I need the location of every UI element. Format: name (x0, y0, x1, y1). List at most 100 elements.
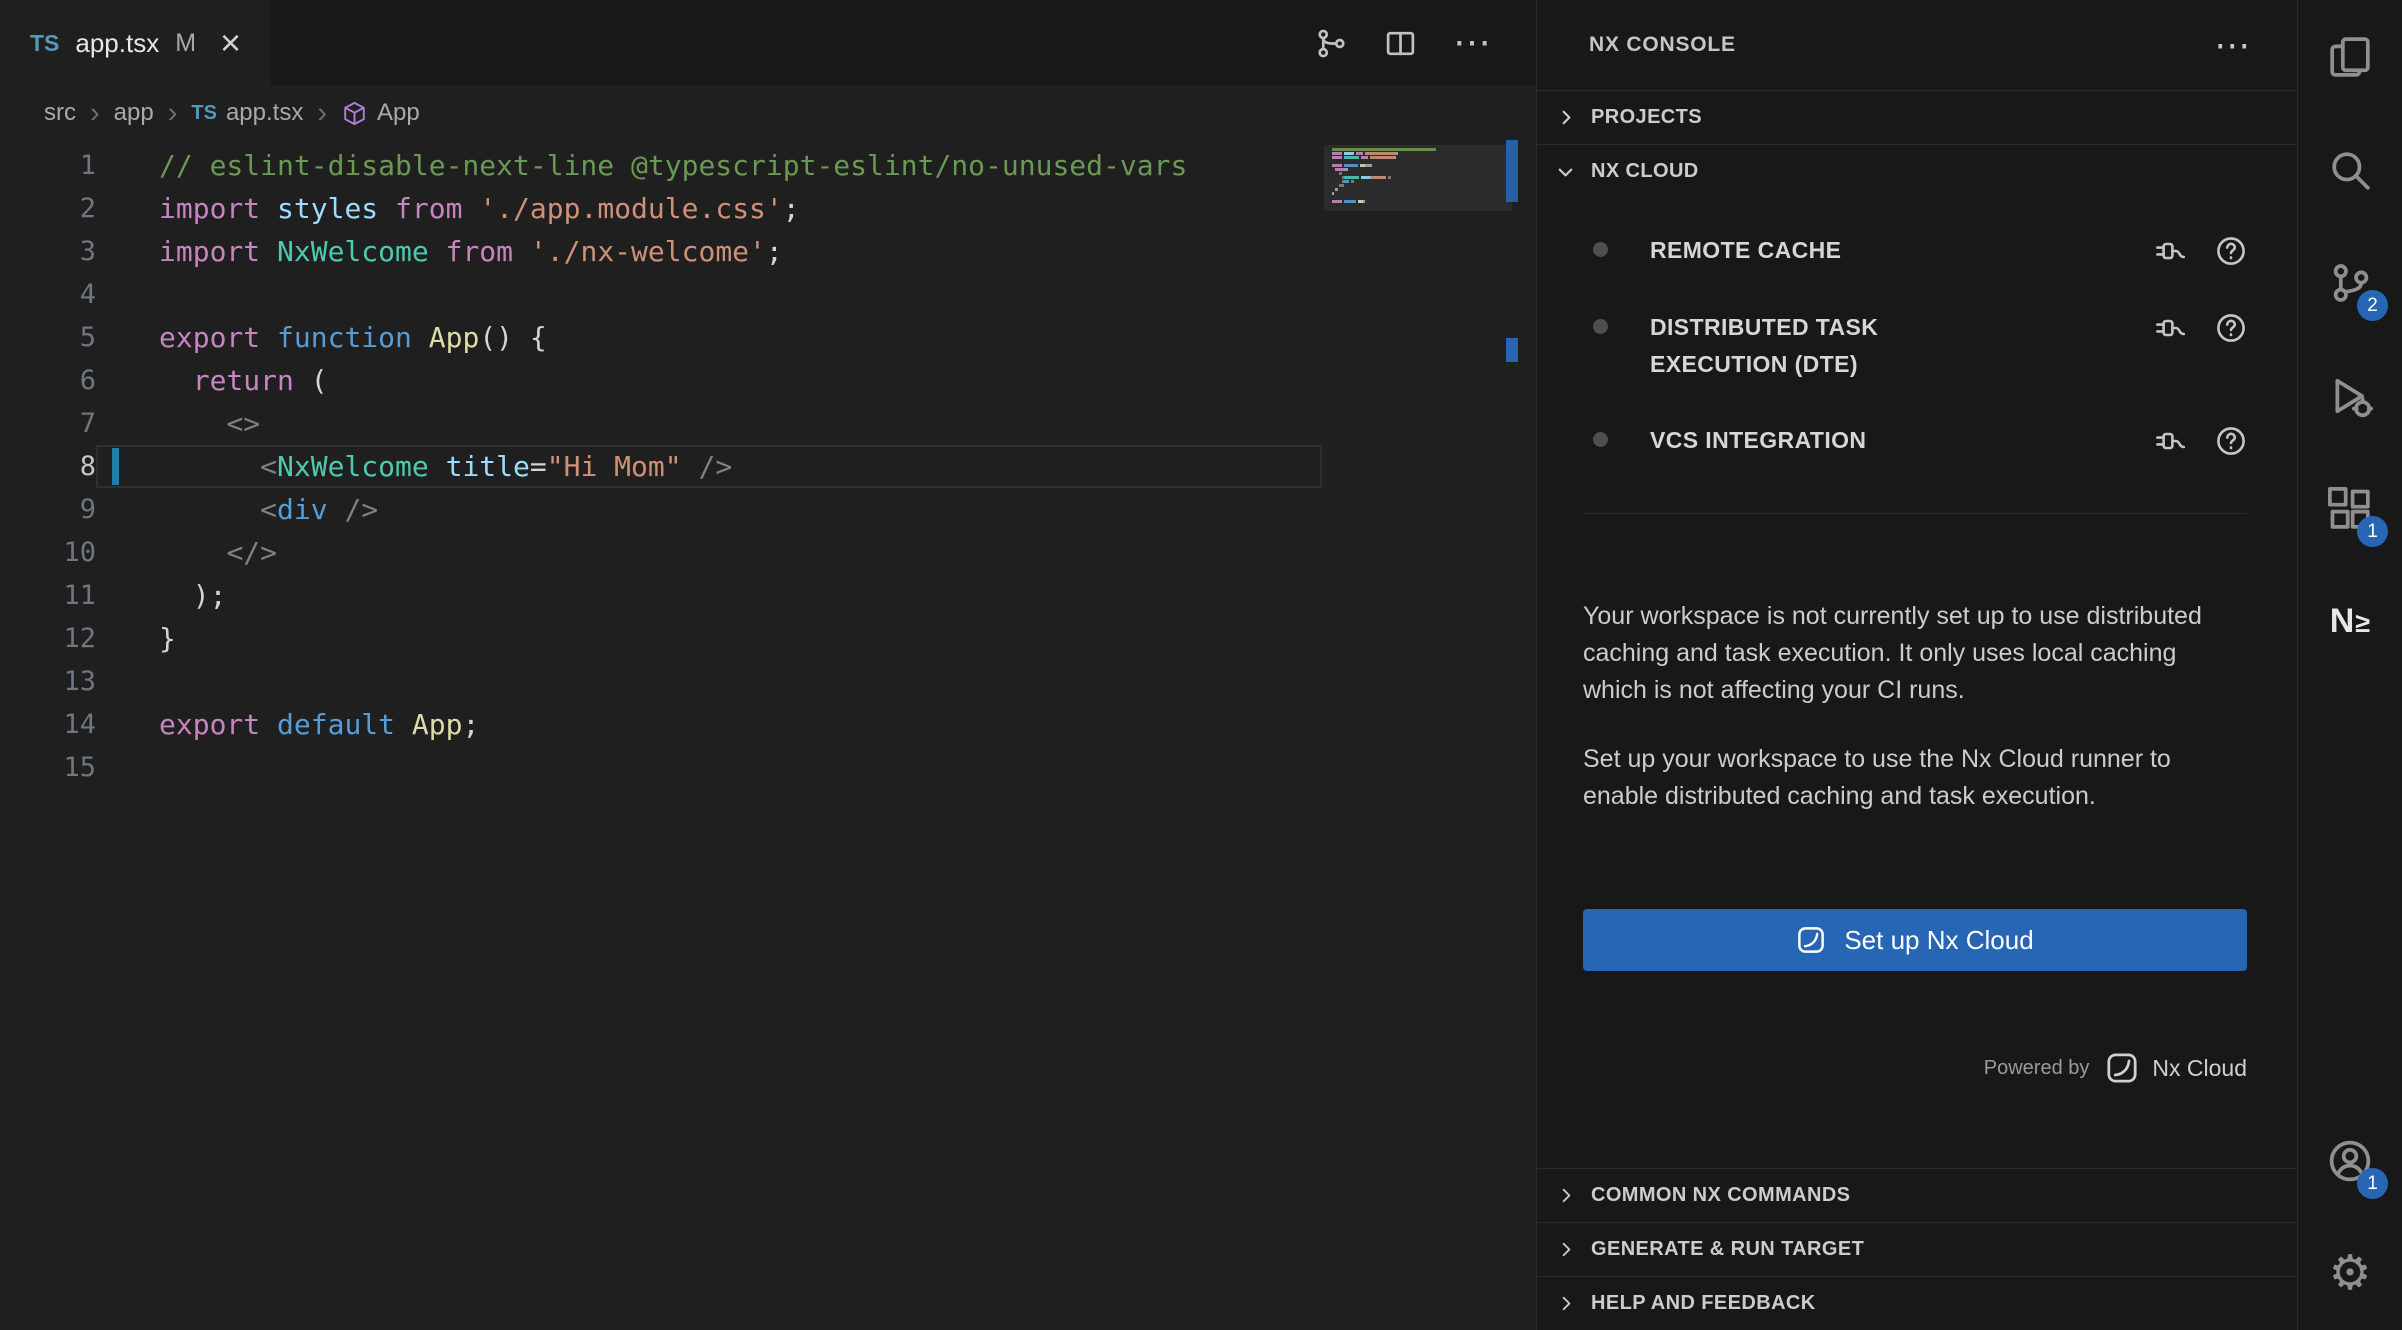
code-line[interactable]: 3import NxWelcome from './nx-welcome'; (0, 230, 1536, 273)
line-number[interactable]: 4 (0, 273, 96, 316)
help-question-icon[interactable] (2215, 312, 2247, 344)
editor-pane: TS app.tsx M × ⋯ src›app›TSapp.tsx›App 1… (0, 0, 1536, 1330)
code-line[interactable]: 2import styles from './app.module.css'; (0, 187, 1536, 230)
line-number[interactable]: 11 (0, 574, 96, 617)
setup-button-label: Set up Nx Cloud (1844, 925, 2033, 956)
nx-cloud-section-body: REMOTE CACHE DISTRIBUTED TASK EXECUTION (… (1537, 198, 2297, 1085)
extensions-icon[interactable]: 1 (2298, 452, 2402, 565)
nx-console-icon[interactable]: N≥ (2298, 565, 2402, 678)
chevron-down-icon (1553, 159, 1579, 185)
more-actions-icon[interactable]: ⋯ (2214, 34, 2251, 56)
code-editor[interactable]: 1// eslint-disable-next-line @typescript… (0, 140, 1536, 1330)
line-number[interactable]: 15 (0, 746, 96, 789)
line-number[interactable]: 3 (0, 230, 96, 273)
search-icon[interactable] (2298, 113, 2402, 226)
help-question-icon[interactable] (2215, 235, 2247, 267)
code-line[interactable]: 14export default App; (0, 703, 1536, 746)
activity-bar: 21N≥ 1⚙ (2297, 0, 2402, 1330)
cloud-description-2: Set up your workspace to use the Nx Clou… (1583, 741, 2247, 815)
connect-plug-icon[interactable] (2155, 425, 2187, 457)
source-control-icon[interactable]: 2 (2298, 226, 2402, 339)
code-line[interactable]: 5export function App() { (0, 316, 1536, 359)
line-number[interactable]: 13 (0, 660, 96, 703)
run-debug-icon[interactable] (2298, 339, 2402, 452)
code-line[interactable]: 7 <> (0, 402, 1536, 445)
breadcrumb-item[interactable]: src (44, 99, 76, 127)
code-line[interactable]: 1// eslint-disable-next-line @typescript… (0, 144, 1536, 187)
code-line[interactable]: 8 <NxWelcome title="Hi Mom" /> (0, 445, 1536, 488)
settings-gear-icon[interactable]: ⚙ (2298, 1217, 2402, 1330)
feature-label: DISTRIBUTED TASK EXECUTION (DTE) (1650, 309, 2000, 383)
powered-by-row: Powered by Nx Cloud (1583, 1051, 2247, 1085)
nx-cloud-icon (1796, 925, 1826, 955)
chevron-right-icon (1553, 1183, 1579, 1209)
setup-nx-cloud-button[interactable]: Set up Nx Cloud (1583, 909, 2247, 971)
line-number[interactable]: 9 (0, 488, 96, 531)
breadcrumb-item[interactable]: TSapp.tsx (191, 99, 303, 127)
status-dot-icon (1593, 319, 1608, 334)
line-number[interactable]: 10 (0, 531, 96, 574)
line-number[interactable]: 8 (0, 445, 96, 488)
code-line[interactable]: 9 <div /> (0, 488, 1536, 531)
nx-console-panel: NX CONSOLE ⋯ PROJECTS NX CLOUD REMOTE CA… (1536, 0, 2297, 1330)
panel-title: NX CONSOLE (1589, 33, 1736, 57)
section-nx-cloud[interactable]: NX CLOUD (1537, 144, 2297, 198)
nx-cloud-feature: DISTRIBUTED TASK EXECUTION (DTE) (1583, 309, 2247, 383)
minimap[interactable] (1332, 148, 1502, 208)
breadcrumb-item[interactable]: app (114, 99, 154, 127)
help-question-icon[interactable] (2215, 425, 2247, 457)
panel-section-help-and-feedback[interactable]: HELP AND FEEDBACK (1537, 1276, 2297, 1330)
nx-cloud-brand: Nx Cloud (2105, 1051, 2247, 1085)
badge: 1 (2357, 1168, 2388, 1199)
feature-label: VCS INTEGRATION (1650, 422, 1866, 459)
badge: 2 (2357, 290, 2388, 321)
code-line[interactable]: 12} (0, 617, 1536, 660)
section-projects[interactable]: PROJECTS (1537, 90, 2297, 144)
close-icon[interactable]: × (220, 25, 241, 61)
section-label: COMMON NX COMMANDS (1591, 1184, 1850, 1207)
panel-section-generate-run-target[interactable]: GENERATE & RUN TARGET (1537, 1222, 2297, 1276)
connect-plug-icon[interactable] (2155, 235, 2187, 267)
tab-app-tsx[interactable]: TS app.tsx M × (0, 0, 271, 86)
line-number[interactable]: 2 (0, 187, 96, 230)
line-number[interactable]: 5 (0, 316, 96, 359)
panel-bottom-sections: COMMON NX COMMANDS GENERATE & RUN TARGET H… (1537, 1168, 2297, 1330)
connect-plug-icon[interactable] (2155, 312, 2187, 344)
git-modified-gutter (112, 448, 119, 485)
vscode-window: TS app.tsx M × ⋯ src›app›TSapp.tsx›App 1… (0, 0, 2402, 1330)
editor-actions: ⋯ (1315, 0, 1536, 86)
line-number[interactable]: 6 (0, 359, 96, 402)
line-number[interactable]: 7 (0, 402, 96, 445)
typescript-icon: TS (30, 30, 59, 57)
more-actions-icon[interactable]: ⋯ (1453, 32, 1492, 55)
nx-cloud-features: REMOTE CACHE DISTRIBUTED TASK EXECUTION (… (1583, 232, 2247, 499)
section-label: PROJECTS (1591, 106, 1702, 129)
status-dot-icon (1593, 432, 1608, 447)
code-line[interactable]: 10 </> (0, 531, 1536, 574)
cloud-description-1: Your workspace is not currently set up t… (1583, 598, 2247, 709)
code-lines: 1// eslint-disable-next-line @typescript… (0, 144, 1536, 789)
nx-cloud-feature: REMOTE CACHE (1583, 232, 2247, 269)
code-line[interactable]: 11 ); (0, 574, 1536, 617)
tab-bar: TS app.tsx M × ⋯ (0, 0, 1536, 86)
activity-bar-top: 2 1N≥ (2298, 0, 2402, 678)
status-dot-icon (1593, 242, 1608, 257)
tab-filename: app.tsx (75, 28, 159, 59)
git-modified-indicator: M (175, 29, 196, 58)
chevron-separator: › (90, 99, 100, 128)
open-changes-icon[interactable] (1315, 27, 1348, 60)
split-editor-icon[interactable] (1384, 27, 1417, 60)
code-line[interactable]: 15 (0, 746, 1536, 789)
code-line[interactable]: 13 (0, 660, 1536, 703)
code-line[interactable]: 6 return ( (0, 359, 1536, 402)
section-label: HELP AND FEEDBACK (1591, 1292, 1816, 1315)
accounts-icon[interactable]: 1 (2298, 1104, 2402, 1217)
explorer-icon[interactable] (2298, 0, 2402, 113)
panel-section-common-nx-commands[interactable]: COMMON NX COMMANDS (1537, 1168, 2297, 1222)
chevron-separator: › (317, 99, 327, 128)
line-number[interactable]: 1 (0, 144, 96, 187)
line-number[interactable]: 12 (0, 617, 96, 660)
line-number[interactable]: 14 (0, 703, 96, 746)
code-line[interactable]: 4 (0, 273, 1536, 316)
breadcrumb-item[interactable]: App (341, 99, 420, 127)
